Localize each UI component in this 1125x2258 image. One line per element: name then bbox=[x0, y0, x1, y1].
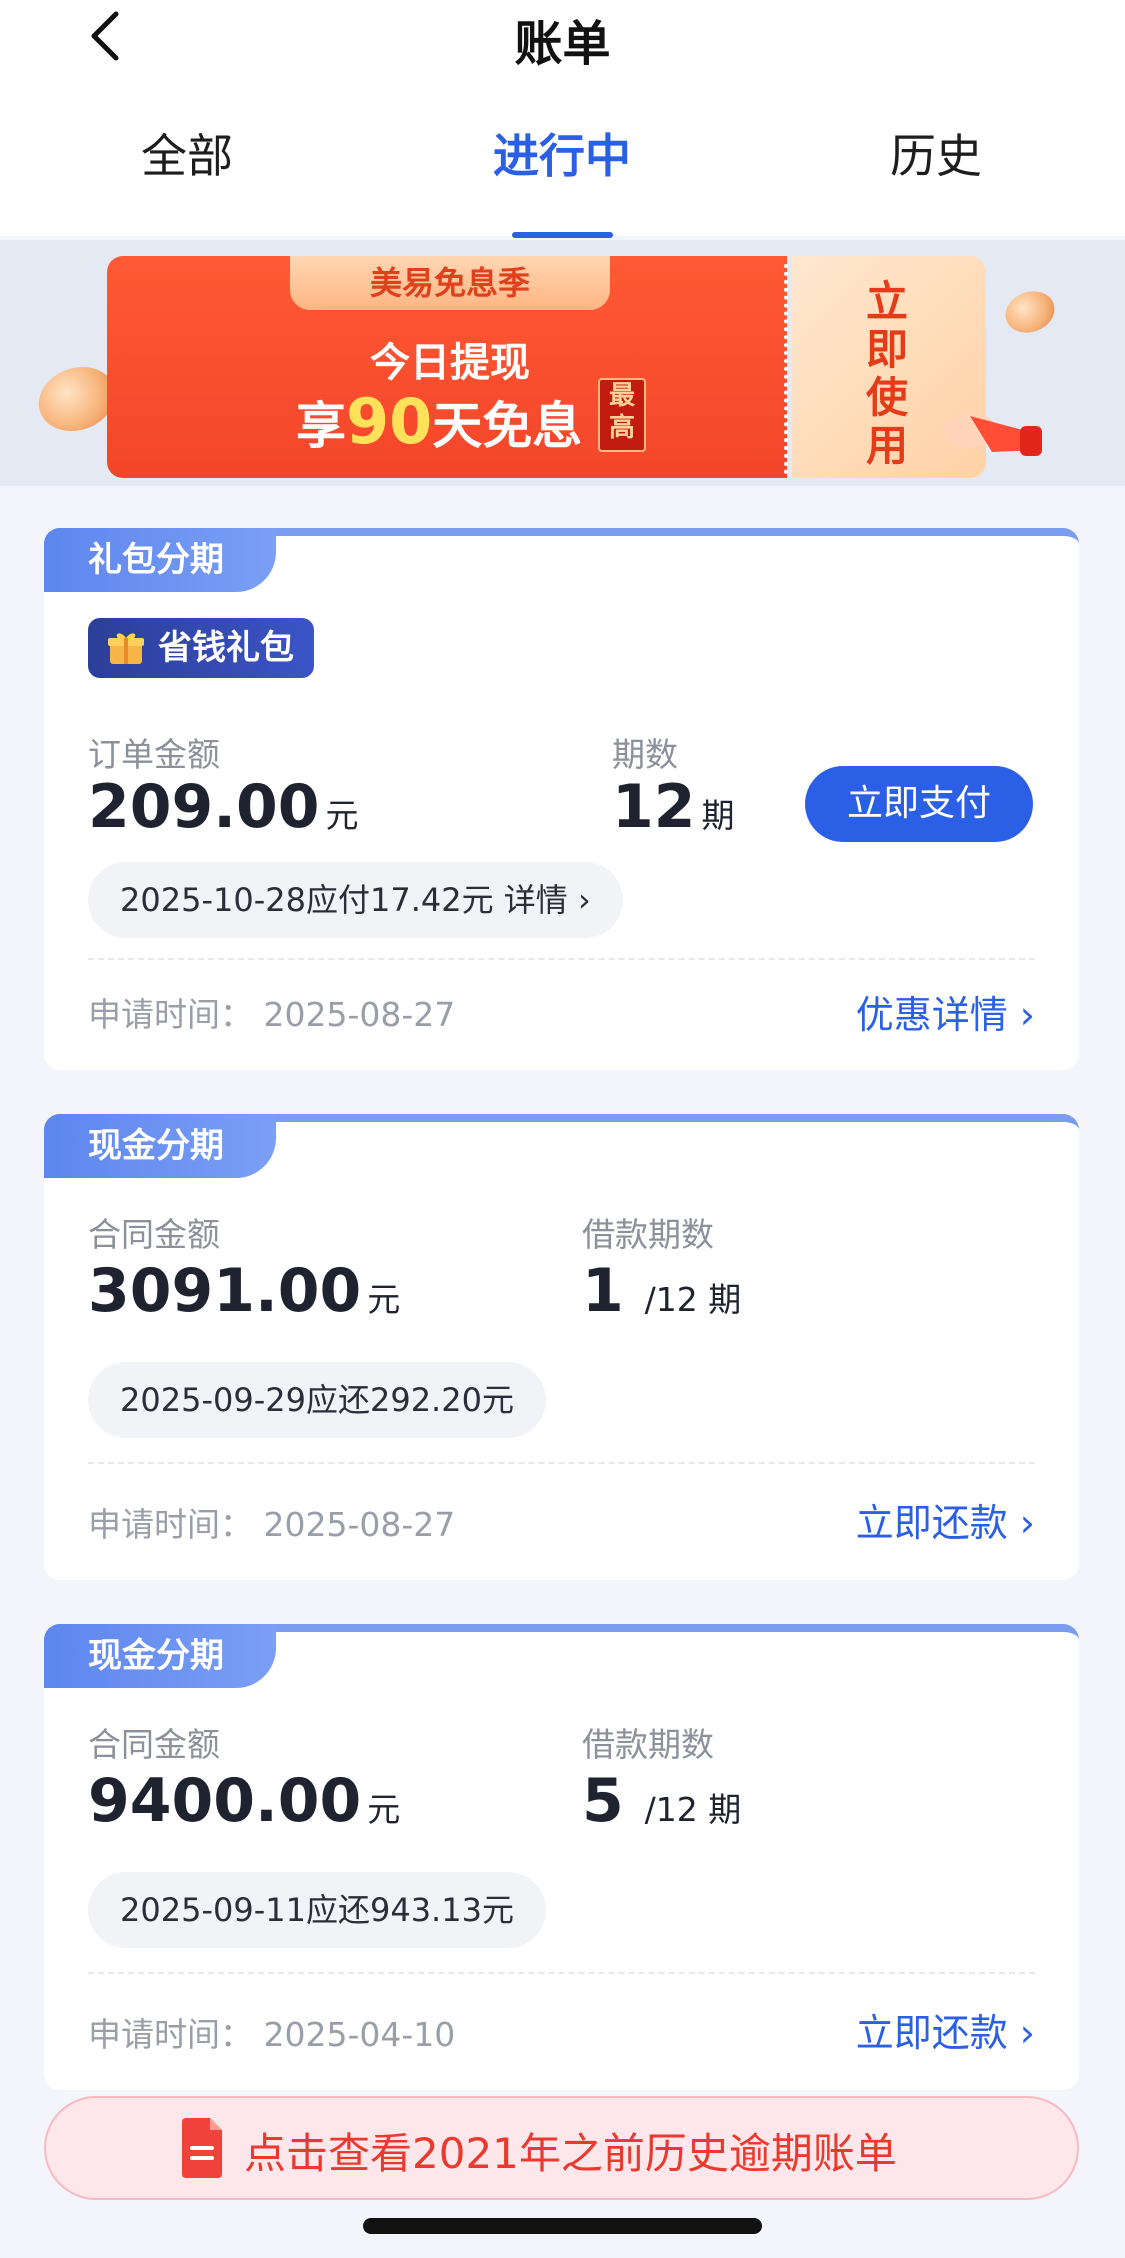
tab-bar: 全部 进行中 历史 bbox=[0, 120, 1125, 236]
contract-amount-value: 9400.00 元 bbox=[88, 1766, 400, 1836]
pay-now-button[interactable]: 立即支付 bbox=[805, 766, 1033, 842]
order-amount-number: 209.00 bbox=[88, 772, 320, 842]
period-count-value: 12 期 bbox=[612, 772, 735, 842]
tab-history[interactable]: 历史 bbox=[816, 120, 1056, 186]
installment-card-cash-1[interactable]: 现金分期 合同金额 3091.00 元 借款期数 1 /12 期 2025-09-… bbox=[44, 1114, 1079, 1580]
total-period: /12 期 bbox=[644, 1280, 742, 1319]
history-overdue-bills-button[interactable]: 点击查看2021年之前历史逾期账单 bbox=[44, 2096, 1079, 2200]
due-amount-pill: 2025-09-11应还943.13元 bbox=[88, 1872, 546, 1948]
amount-unit: 元 bbox=[367, 1280, 401, 1319]
due-text: 2025-10-28应付17.42元 详情 bbox=[120, 881, 568, 919]
savings-gift-badge: 省钱礼包 bbox=[88, 618, 314, 678]
chevron-right-icon: › bbox=[1019, 2011, 1035, 2055]
loan-period-label: 借款期数 bbox=[582, 1215, 714, 1254]
banner-days-number: 90 bbox=[346, 385, 433, 458]
installment-card-gift[interactable]: 礼包分期 省钱礼包 订单金额 209.00 元 期数 12 期 立即支付 2025-… bbox=[44, 528, 1079, 1070]
repay-now-link[interactable]: 立即还款 › bbox=[856, 1492, 1035, 1547]
contract-amount-number: 9400.00 bbox=[88, 1766, 362, 1836]
order-amount-label: 订单金额 bbox=[88, 735, 220, 774]
period-count-label: 期数 bbox=[612, 735, 678, 774]
home-indicator[interactable] bbox=[363, 2218, 762, 2234]
period-unit: 期 bbox=[701, 796, 735, 835]
chevron-right-icon: › bbox=[577, 881, 591, 919]
card-type-tag: 现金分期 bbox=[44, 1624, 276, 1688]
divider bbox=[88, 1972, 1035, 1974]
banner-line2-prefix: 享 bbox=[296, 397, 346, 455]
pointing-hand-icon bbox=[944, 412, 1042, 456]
banner-line2-suffix: 天免息 bbox=[432, 397, 583, 455]
loan-period-value: 1 /12 期 bbox=[582, 1256, 741, 1326]
chevron-right-icon: › bbox=[1019, 993, 1035, 1037]
apply-time: 申请时间： 2025-08-27 bbox=[88, 1505, 456, 1544]
apply-time: 申请时间： 2025-08-27 bbox=[88, 995, 456, 1034]
apply-time: 申请时间： 2025-04-10 bbox=[88, 2015, 456, 2054]
loan-period-label: 借款期数 bbox=[582, 1725, 714, 1764]
due-amount-pill: 2025-09-29应还292.20元 bbox=[88, 1362, 546, 1438]
banner-highest-text: 最高 bbox=[608, 381, 635, 443]
repay-now-label: 立即还款 bbox=[855, 1501, 1008, 1545]
repay-now-link[interactable]: 立即还款 › bbox=[856, 2002, 1035, 2057]
header: 账单 全部 进行中 历史 bbox=[0, 0, 1125, 238]
gift-icon bbox=[108, 633, 144, 664]
contract-amount-label: 合同金额 bbox=[88, 1215, 220, 1254]
installment-card-cash-2[interactable]: 现金分期 合同金额 9400.00 元 借款期数 5 /12 期 2025-09-… bbox=[44, 1624, 1079, 2090]
amount-unit: 元 bbox=[325, 796, 359, 835]
contract-amount-value: 3091.00 元 bbox=[88, 1256, 400, 1326]
tab-all[interactable]: 全部 bbox=[67, 120, 307, 186]
tab-in-progress[interactable]: 进行中 bbox=[442, 120, 682, 186]
loan-period-value: 5 /12 期 bbox=[582, 1766, 741, 1836]
discount-detail-label: 优惠详情 bbox=[855, 993, 1008, 1037]
contract-amount-label: 合同金额 bbox=[88, 1725, 220, 1764]
history-overdue-bills-label: 点击查看2021年之前历史逾期账单 bbox=[244, 2129, 897, 2178]
period-count-number: 12 bbox=[612, 772, 696, 842]
divider bbox=[88, 1462, 1035, 1464]
card-type-tag: 礼包分期 bbox=[44, 528, 276, 592]
banner-line1: 今日提现 bbox=[370, 340, 530, 386]
banner-highest-badge: 最高 bbox=[598, 378, 646, 452]
divider bbox=[88, 958, 1035, 960]
current-period: 1 bbox=[582, 1256, 624, 1326]
repay-now-label: 立即还款 bbox=[855, 2011, 1008, 2055]
total-period: /12 期 bbox=[644, 1790, 742, 1829]
due-detail-pill[interactable]: 2025-10-28应付17.42元 详情 › bbox=[88, 862, 623, 938]
order-amount-value: 209.00 元 bbox=[88, 772, 359, 842]
card-type-tag: 现金分期 bbox=[44, 1114, 276, 1178]
savings-gift-label: 省钱礼包 bbox=[158, 628, 294, 668]
page-title: 账单 bbox=[514, 16, 611, 72]
active-tab-indicator bbox=[512, 232, 613, 238]
document-icon bbox=[182, 2118, 222, 2178]
amount-unit: 元 bbox=[367, 1790, 401, 1829]
discount-detail-link[interactable]: 优惠详情 › bbox=[856, 984, 1035, 1039]
current-period: 5 bbox=[582, 1766, 624, 1836]
banner-line2: 享90天免息 bbox=[296, 385, 582, 458]
chevron-right-icon: › bbox=[1019, 1501, 1035, 1545]
banner-use-now-label: 立即使用 bbox=[865, 277, 908, 470]
contract-amount-number: 3091.00 bbox=[88, 1256, 362, 1326]
banner-tag: 美易免息季 bbox=[290, 256, 610, 310]
